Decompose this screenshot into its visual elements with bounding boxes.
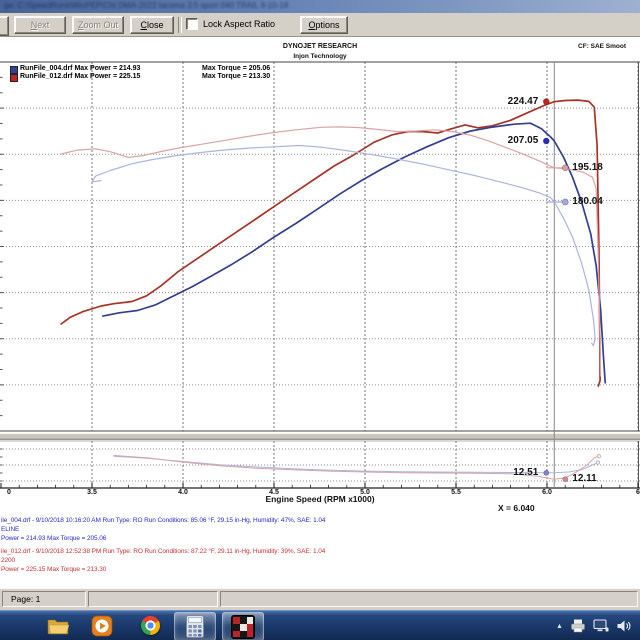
folder-icon (47, 617, 70, 635)
winpep-dyno-icon (231, 615, 255, 639)
zoom-out-button[interactable]: Zoom Out (72, 16, 124, 34)
chart-pane: DYNOJET RESEARCH Injon Technology CF: SA… (0, 37, 640, 588)
x-axis-title: Engine Speed (RPM x1000) (230, 494, 410, 504)
taskbar: ▲ (0, 610, 640, 640)
x-tick-label: 5.5 (447, 489, 465, 496)
callout-torque-004: 180.04 (572, 196, 603, 207)
lock-aspect-checkbox[interactable]: Lock Aspect Ratio (186, 18, 275, 30)
run-info-line: Power = 225.15 Max Torque = 213.30 (1, 566, 106, 573)
legend-torque-run012: Max Torque = 213.30 (202, 73, 270, 80)
legend-swatch-run004 (10, 66, 18, 74)
media-player-icon (91, 615, 113, 637)
status-bar: Page: 1 (0, 588, 640, 610)
legend-power-run012: RunFile_012.drf Max Power = 225.15 (20, 73, 140, 80)
report-company: DYNOJET RESEARCH (250, 43, 390, 50)
run-info-line: 2200 (1, 557, 15, 564)
callout-afr-004: 12.51 (478, 467, 538, 478)
system-tray: ▲ (556, 611, 631, 640)
network-monitor-icon[interactable] (593, 619, 609, 633)
window-title-illegible: ge: C:\SpeedRuns\WinPEP\Cht DMA-2022 tac… (4, 1, 288, 10)
taskbar-media-player-button[interactable] (82, 612, 122, 639)
lock-aspect-label: Lock Aspect Ratio (203, 19, 275, 29)
page-indicator: Page: 1 (2, 591, 86, 607)
run-info-line: Power = 214.93 Max Torque = 205.06 (1, 535, 106, 542)
run-info-line: ELINE (1, 526, 19, 533)
x-tick-label: 3.5 (83, 489, 101, 496)
printer-icon[interactable] (570, 619, 586, 633)
tray-show-hidden-icons[interactable]: ▲ (556, 623, 563, 630)
screen: ge: C:\SpeedRuns\WinPEP\Cht DMA-2022 tac… (0, 0, 640, 640)
toolbar: Next Zoom Out Close Lock Aspect Ratio Op… (0, 13, 640, 37)
report-subtitle: Injon Technology (250, 53, 390, 60)
toolbar-separator (178, 17, 182, 33)
dyno-chart[interactable] (0, 37, 640, 513)
callout-afr-012: 12.11 (572, 473, 596, 484)
close-button[interactable]: Close (130, 16, 174, 34)
x-tick-label: 0 (0, 489, 18, 496)
toolbar-stub-button[interactable] (0, 16, 9, 36)
window-titlebar[interactable]: ge: C:\SpeedRuns\WinPEP\Cht DMA-2022 tac… (0, 0, 640, 13)
checkbox-box[interactable] (186, 18, 198, 30)
status-cell-empty (220, 591, 638, 607)
x-tick-label: 4.0 (174, 489, 192, 496)
options-button[interactable]: Options (300, 16, 348, 34)
legend-torque-run004: Max Torque = 205.06 (202, 65, 270, 72)
status-cell-empty (88, 591, 218, 607)
taskbar-explorer-button[interactable] (38, 612, 78, 639)
correction-factor-label: CF: SAE Smoot (578, 43, 626, 50)
cursor-x-readout: X = 6.040 (498, 503, 535, 513)
calculator-icon (186, 615, 204, 638)
x-tick-label: 6 (629, 489, 640, 496)
speaker-icon[interactable] (616, 619, 631, 633)
next-button[interactable]: Next (14, 16, 66, 34)
callout-torque-012: 195.18 (572, 162, 603, 173)
x-tick-label: 6.0 (538, 489, 556, 496)
taskbar-winpep-button[interactable] (222, 612, 264, 640)
legend-power-run004: RunFile_004.drf Max Power = 214.93 (20, 65, 140, 72)
taskbar-chrome-button[interactable] (130, 612, 170, 639)
chrome-icon (141, 616, 160, 635)
callout-power-004: 207.05 (478, 135, 538, 146)
taskbar-calculator-button[interactable] (174, 612, 216, 640)
run-info-line: ile_004.drf - 9/10/2018 10:16:20 AM Run … (1, 517, 325, 524)
legend-swatch-run012 (10, 74, 18, 82)
callout-max-power-012: 224.47 (478, 96, 538, 107)
run-info-line: ile_012.drf - 9/10/2018 12:52:38 PM Run … (1, 548, 325, 555)
